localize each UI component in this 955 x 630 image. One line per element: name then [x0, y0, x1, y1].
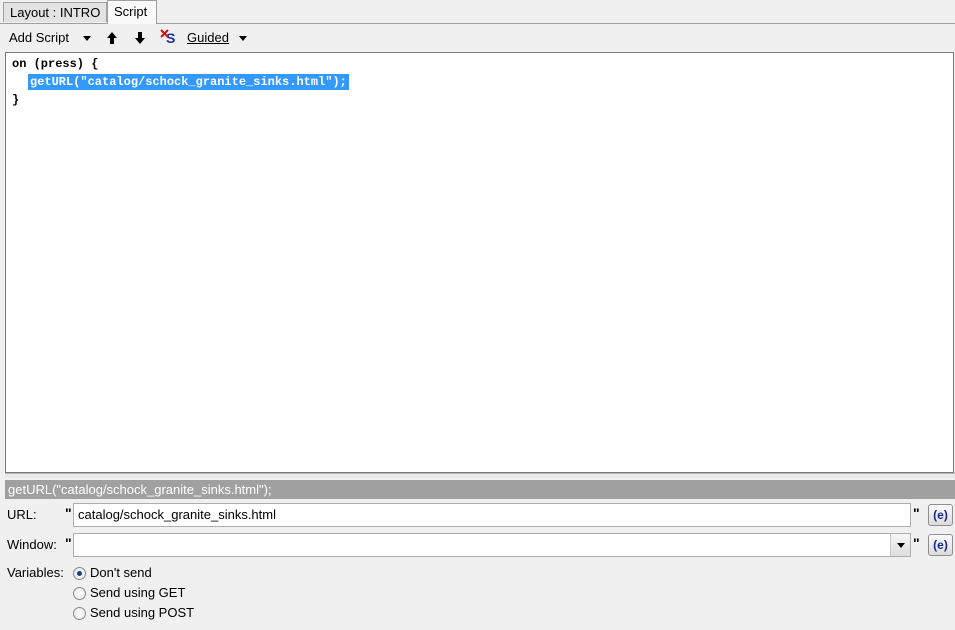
chevron-down-icon	[239, 36, 247, 42]
move-down-button[interactable]	[132, 30, 148, 46]
add-script-dropdown[interactable]	[83, 24, 93, 52]
radio-send-post[interactable]	[73, 607, 86, 620]
code-line[interactable]: }	[12, 92, 19, 108]
window-open-quote: "	[65, 535, 72, 551]
radio-dont-send-label[interactable]: Don't send	[90, 563, 152, 583]
arrow-down-icon	[135, 32, 145, 44]
delete-script-button[interactable]: S	[159, 28, 177, 46]
script-toolbar: Add Script S Guided	[0, 24, 955, 52]
radio-send-get[interactable]	[73, 587, 86, 600]
tab-script[interactable]: Script	[107, 0, 157, 24]
guided-dropdown[interactable]	[239, 24, 249, 52]
add-script-button[interactable]: Add Script	[9, 24, 69, 52]
move-up-button[interactable]	[104, 30, 120, 46]
delete-script-icon: S	[160, 29, 175, 46]
selected-action-bar: getURL("catalog/schock_granite_sinks.htm…	[5, 480, 955, 499]
tab-layout-intro[interactable]: Layout : INTRO	[3, 2, 107, 22]
window-combobox[interactable]	[73, 533, 911, 557]
tab-layout-intro-label: Layout : INTRO	[10, 5, 101, 20]
svg-text:S: S	[166, 30, 175, 46]
window-dropdown-button[interactable]	[890, 534, 910, 556]
guided-button[interactable]: Guided	[187, 24, 229, 52]
radio-send-get-label[interactable]: Send using GET	[90, 583, 185, 603]
url-label: URL:	[7, 507, 37, 522]
panel-splitter[interactable]	[5, 473, 955, 478]
radio-dont-send[interactable]	[73, 567, 86, 580]
tab-script-label: Script	[114, 4, 148, 19]
code-line[interactable]: on (press) {	[12, 56, 98, 72]
url-expression-button[interactable]: (e)	[928, 504, 953, 526]
chevron-down-icon	[83, 36, 91, 42]
window-expression-button[interactable]: (e)	[928, 534, 953, 556]
url-input[interactable]: catalog/schock_granite_sinks.html	[73, 503, 911, 527]
guided-label: Guided	[187, 30, 229, 45]
add-script-label: Add Script	[9, 30, 69, 45]
code-line-selected[interactable]: getURL("catalog/schock_granite_sinks.htm…	[28, 74, 349, 90]
window-label: Window:	[7, 537, 57, 552]
arrow-up-icon	[107, 32, 117, 44]
variables-label: Variables:	[7, 565, 64, 580]
script-editor[interactable]: on (press) { getURL("catalog/schock_gran…	[5, 52, 954, 473]
chevron-down-icon	[897, 543, 905, 548]
url-open-quote: "	[65, 505, 72, 521]
radio-send-post-label[interactable]: Send using POST	[90, 603, 194, 623]
url-close-quote: "	[913, 505, 920, 521]
window-close-quote: "	[913, 535, 920, 551]
